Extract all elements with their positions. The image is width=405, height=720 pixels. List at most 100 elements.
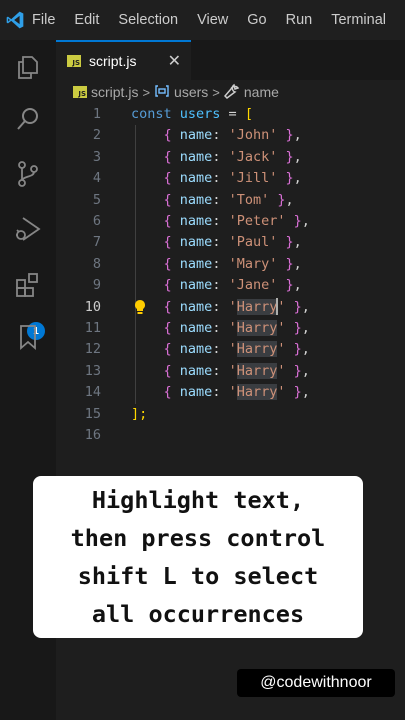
code-content: { name: 'Mary' }, <box>131 254 302 275</box>
run-debug-icon[interactable] <box>11 212 45 246</box>
code-token: : <box>212 234 229 251</box>
code-line: 16 <box>56 425 405 446</box>
property-key: name <box>179 255 213 272</box>
code-token: ' <box>228 298 237 315</box>
watermark: @codewithnoor <box>237 669 395 697</box>
code-token: { <box>163 341 172 358</box>
breadcrumb-separator: > <box>212 84 220 100</box>
menu-terminal[interactable]: Terminal <box>331 12 386 28</box>
caption-line: all occurrences <box>91 600 305 628</box>
source-control-icon[interactable] <box>11 157 45 191</box>
property-key: name <box>179 191 213 208</box>
code-token: ' <box>228 213 237 229</box>
code-content: { name: 'Jill' }, <box>131 168 302 189</box>
tab-script-js[interactable]: JS script.js ✕ <box>56 40 191 80</box>
string-value: Jack <box>236 148 270 165</box>
code-token: ' <box>277 362 286 379</box>
breadcrumb-users[interactable]: users <box>174 84 208 100</box>
line-number: 11 <box>84 320 101 336</box>
code-token: : <box>212 341 229 358</box>
code-token: } <box>285 127 294 144</box>
property-key: name <box>179 341 213 358</box>
menu-view[interactable]: View <box>197 12 228 28</box>
code-token: { <box>163 127 172 144</box>
code-content: { name: 'Harry' }, <box>131 297 310 318</box>
breadcrumb-file[interactable]: script.js <box>91 84 138 100</box>
code-token: { <box>163 362 172 379</box>
code-token: ' <box>228 170 237 187</box>
code-token: , <box>293 255 302 272</box>
code-token: } <box>293 384 302 401</box>
line-number: 12 <box>84 341 101 358</box>
code-line: 4 { name: 'Jill' }, <box>56 168 405 189</box>
tab-bar: JS script.js ✕ <box>56 40 405 80</box>
caption-line: shift L to select <box>77 562 319 590</box>
property-key: name <box>179 213 213 229</box>
code-token: { <box>163 170 172 187</box>
code-token: { <box>163 277 172 294</box>
caption-line: then press control <box>70 524 326 552</box>
search-icon[interactable] <box>11 102 45 136</box>
menu-edit[interactable]: Edit <box>74 12 99 28</box>
js-file-icon: JS <box>67 55 81 67</box>
code-token: : <box>212 277 229 294</box>
js-file-icon: JS <box>73 86 87 98</box>
close-icon[interactable]: ✕ <box>168 51 181 70</box>
menu-run[interactable]: Run <box>286 12 313 28</box>
code-token: } <box>293 320 302 336</box>
code-token: , <box>293 148 302 165</box>
code-content: { name: 'Harry' }, <box>131 361 310 382</box>
breadcrumb-name[interactable]: name <box>244 84 279 100</box>
code-token: ' <box>228 148 237 165</box>
code-line: 8 { name: 'Mary' }, <box>56 254 405 275</box>
closing-bracket: ]; <box>131 405 148 422</box>
bookmarks-icon[interactable] <box>11 320 45 354</box>
code-line: 2 { name: 'John' }, <box>56 125 405 146</box>
code-token: ' <box>228 255 237 272</box>
line-number: 6 <box>92 213 101 229</box>
code-line: 6 { name: 'Peter' }, <box>56 211 405 232</box>
code-token: , <box>301 213 310 229</box>
extensions-icon[interactable] <box>11 268 45 302</box>
code-token: } <box>285 170 294 187</box>
menu-file[interactable]: File <box>32 12 55 28</box>
code-token: : <box>212 362 229 379</box>
explorer-icon[interactable] <box>11 50 45 84</box>
property-key: name <box>179 170 213 187</box>
code-token: { <box>163 384 172 401</box>
string-value: Peter <box>236 213 278 229</box>
code-line: 7 { name: 'Paul' }, <box>56 232 405 253</box>
menu-go[interactable]: Go <box>247 12 266 28</box>
code-line: 3 { name: 'Jack' }, <box>56 147 405 168</box>
code-token: { <box>163 298 172 315</box>
property-key: name <box>179 277 213 294</box>
variable-icon <box>154 84 170 101</box>
code-content: { name: 'Harry' }, <box>131 382 310 403</box>
operator: = <box>220 106 245 122</box>
code-token: } <box>293 341 302 358</box>
string-value: Jane <box>236 277 270 294</box>
menu-selection[interactable]: Selection <box>118 12 178 28</box>
keyword-const: const <box>131 106 172 122</box>
code-content: { name: 'Harry' }, <box>131 339 310 360</box>
selected-string: Harry <box>236 384 278 401</box>
code-token: , <box>301 362 310 379</box>
code-content: { name: 'Harry' }, <box>131 318 310 339</box>
